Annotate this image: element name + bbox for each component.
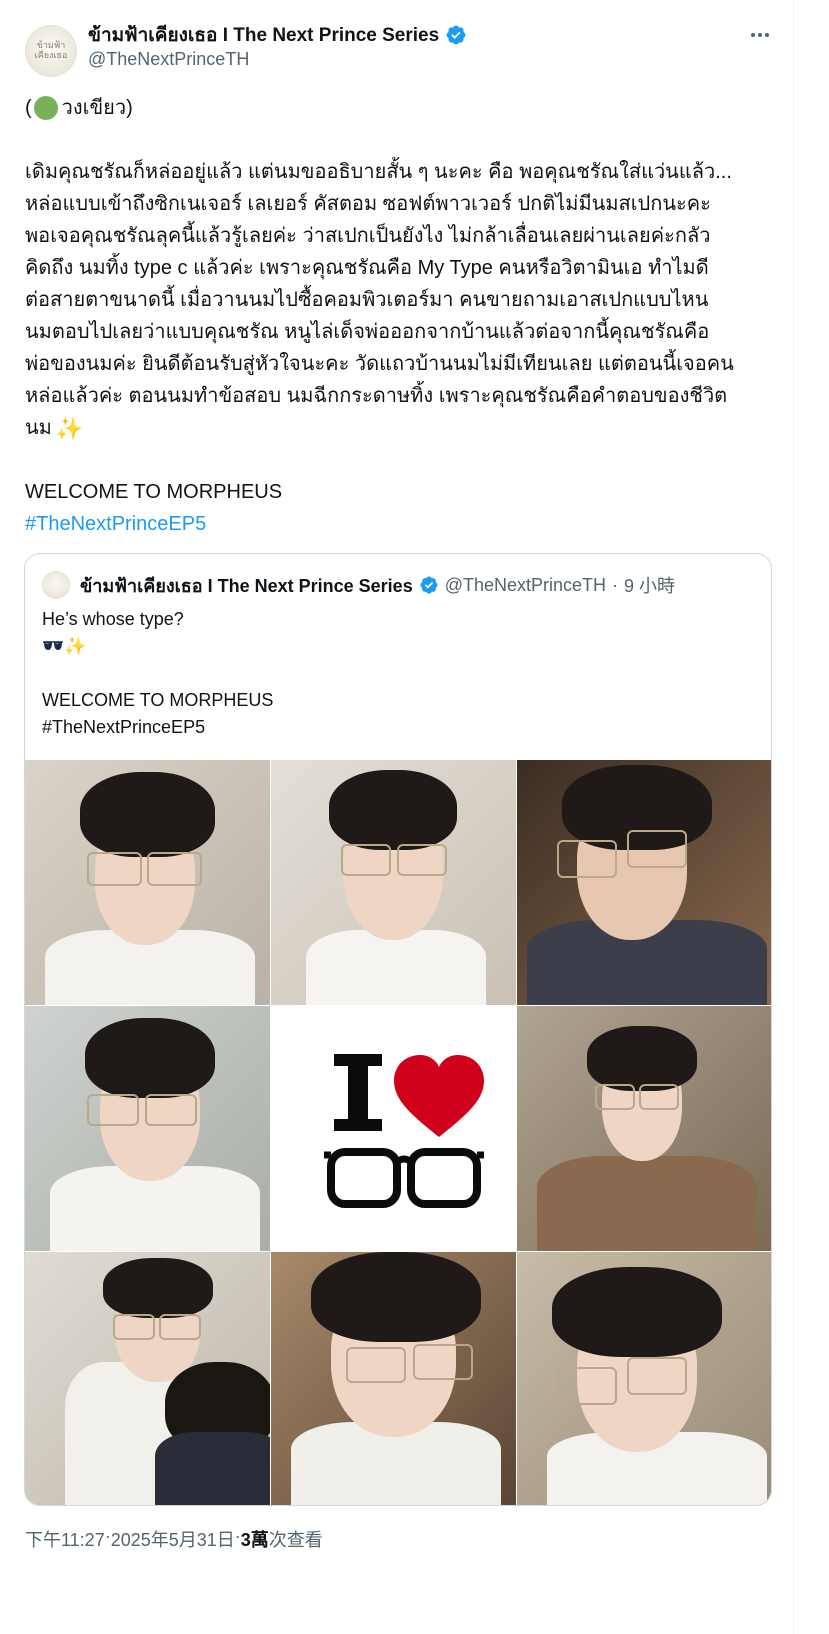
verified-badge-icon — [446, 25, 466, 45]
intro-text: วงเขียว) — [61, 97, 133, 119]
photo-hair — [552, 1267, 722, 1357]
tweet-intro-line: ( วงเขียว) — [25, 92, 775, 124]
tweet-line: ต่อสายตาขนาดนี้ เมื่อวานนมไปซื้อคอมพิวเต… — [25, 289, 709, 311]
sunglasses-icon — [43, 641, 63, 650]
tweet-line: หล่อแบบเข้าถึงซิกเนเจอร์ เลเยอร์ คัสตอม … — [25, 193, 711, 215]
glasses-icon — [397, 844, 447, 876]
intro-open-paren: ( — [25, 97, 32, 119]
photo-4[interactable] — [25, 1006, 270, 1251]
green-circle-icon — [33, 96, 58, 120]
hashtag-link[interactable]: #TheNextPrinceEP5 — [25, 513, 206, 535]
tweet-meta: 下午11:27 · 2025年5月31日 · 3萬 次查看 — [25, 1526, 323, 1552]
separator-dot: · — [612, 574, 619, 595]
quoted-hashtag: #TheNextPrinceEP5 — [42, 717, 206, 737]
more-options-button[interactable] — [744, 22, 776, 48]
glasses-icon — [413, 1344, 473, 1380]
glasses-icon — [627, 830, 687, 868]
verified-badge-icon — [420, 576, 438, 594]
photo-7[interactable] — [25, 1252, 270, 1505]
photo-hair — [311, 1252, 481, 1342]
tweet-text: ( วงเขียว) เดิมคุณชรัณก็หล่ออยู่แล้ว แต่… — [25, 92, 775, 540]
tweet-line: หล่อแล้วค่ะ ตอนนมทำข้อสอบ นมฉีกกระดาษทิ้… — [25, 385, 728, 407]
quoted-author-handle[interactable]: @TheNextPrinceTH — [445, 575, 606, 596]
photo-hair — [329, 770, 457, 850]
quoted-author-name[interactable]: ข้ามฟ้าเคียงเธอ I The Next Prince Series — [80, 571, 413, 600]
glasses-icon — [145, 1094, 197, 1126]
quoted-tweet-card[interactable]: ข้ามฟ้าเคียงเธอ I The Next Prince Series… — [24, 553, 772, 1506]
quoted-emoji-line: ✨ — [42, 633, 273, 660]
glasses-icon — [595, 1084, 635, 1110]
photo-1[interactable] — [25, 760, 270, 1005]
sparkles-icon: ✨ — [55, 416, 84, 441]
views-count[interactable]: 3萬 — [241, 1526, 269, 1552]
tweet-line: เดิมคุณชรัณก็หล่ออยู่แล้ว แต่นมขออธิบายส… — [25, 161, 732, 183]
photo-hair — [80, 772, 215, 857]
photo-6[interactable] — [517, 1006, 771, 1251]
tweet-time[interactable]: 下午11:27 — [25, 1526, 105, 1552]
photo-grid — [25, 760, 771, 1505]
glasses-icon — [159, 1314, 201, 1340]
photo-9[interactable] — [517, 1252, 771, 1505]
author-avatar[interactable]: ข้ามฟ้า เคียงเธอ — [25, 25, 77, 77]
dot-icon — [765, 33, 769, 37]
photo-hair — [587, 1026, 697, 1091]
glasses-icon — [341, 844, 391, 876]
views-label: 次查看 — [268, 1530, 323, 1550]
photo-shirt — [306, 930, 486, 1005]
photo-3[interactable] — [517, 760, 771, 1005]
last-line-text: นม — [25, 417, 52, 439]
photo-8[interactable] — [271, 1252, 516, 1505]
glasses-icon — [87, 1094, 139, 1126]
tweet-last-line: นม ✨ — [25, 412, 775, 444]
tweet-line: พอเจอคุณชรัณลุคนี้แล้วรู้เลยค่ะ ว่าสเปกเ… — [25, 225, 711, 247]
photo-hair — [103, 1258, 213, 1318]
tweet-line: คิดถึง นมทิ้ง type c แล้วค่ะ เพราะคุณชรั… — [25, 257, 709, 279]
glasses-icon — [639, 1084, 679, 1110]
i-love-glasses-graphic[interactable] — [271, 1006, 516, 1251]
photo-shirt — [537, 1156, 757, 1251]
quoted-tweet-text: He’s whose type? ✨ WELCOME TO MORPHEUS #… — [42, 606, 273, 741]
avatar-logo: ข้ามฟ้า เคียงเธอ — [34, 41, 68, 61]
glasses-icon — [113, 1314, 155, 1340]
i-heart-glasses-icon — [323, 1053, 484, 1208]
glasses-icon — [627, 1357, 687, 1395]
sparkles-icon: ✨ — [64, 636, 87, 656]
glasses-icon — [346, 1347, 406, 1383]
author-display-name[interactable]: ข้ามฟ้าเคียงเธอ I The Next Prince Series — [88, 20, 439, 50]
tweet-date[interactable]: 2025年5月31日 — [111, 1526, 235, 1552]
author-handle[interactable]: @TheNextPrinceTH — [88, 49, 249, 70]
glasses-icon — [557, 840, 617, 878]
quoted-tweet-header: ข้ามฟ้าเคียงเธอ I The Next Prince Series… — [42, 571, 675, 599]
dot-icon — [751, 33, 755, 37]
photo-hair — [85, 1018, 215, 1098]
glasses-icon — [557, 1367, 617, 1405]
author-name-row[interactable]: ข้ามฟ้าเคียงเธอ I The Next Prince Series — [88, 22, 467, 48]
glasses-icon — [87, 852, 142, 886]
quoted-welcome: WELCOME TO MORPHEUS — [42, 690, 274, 710]
tweet-line: พ่อของนมค่ะ ยินดีต้อนรับสู่หัวใจนะคะ วัด… — [25, 353, 734, 375]
column-border — [793, 0, 794, 1634]
dot-icon — [758, 33, 762, 37]
photo-2[interactable] — [271, 760, 516, 1005]
quoted-tweet-time[interactable]: 9 小時 — [624, 572, 675, 598]
tweet-welcome: WELCOME TO MORPHEUS — [25, 481, 283, 503]
tweet-line: นมตอบไปเลยว่าแบบคุณชรัณ หนูไล่เด็จพ่อออก… — [25, 321, 710, 343]
quoted-line: He’s whose type? — [42, 609, 184, 629]
quoted-author-avatar[interactable] — [42, 571, 70, 599]
photo-shirt — [155, 1432, 270, 1505]
glasses-icon — [147, 852, 202, 886]
